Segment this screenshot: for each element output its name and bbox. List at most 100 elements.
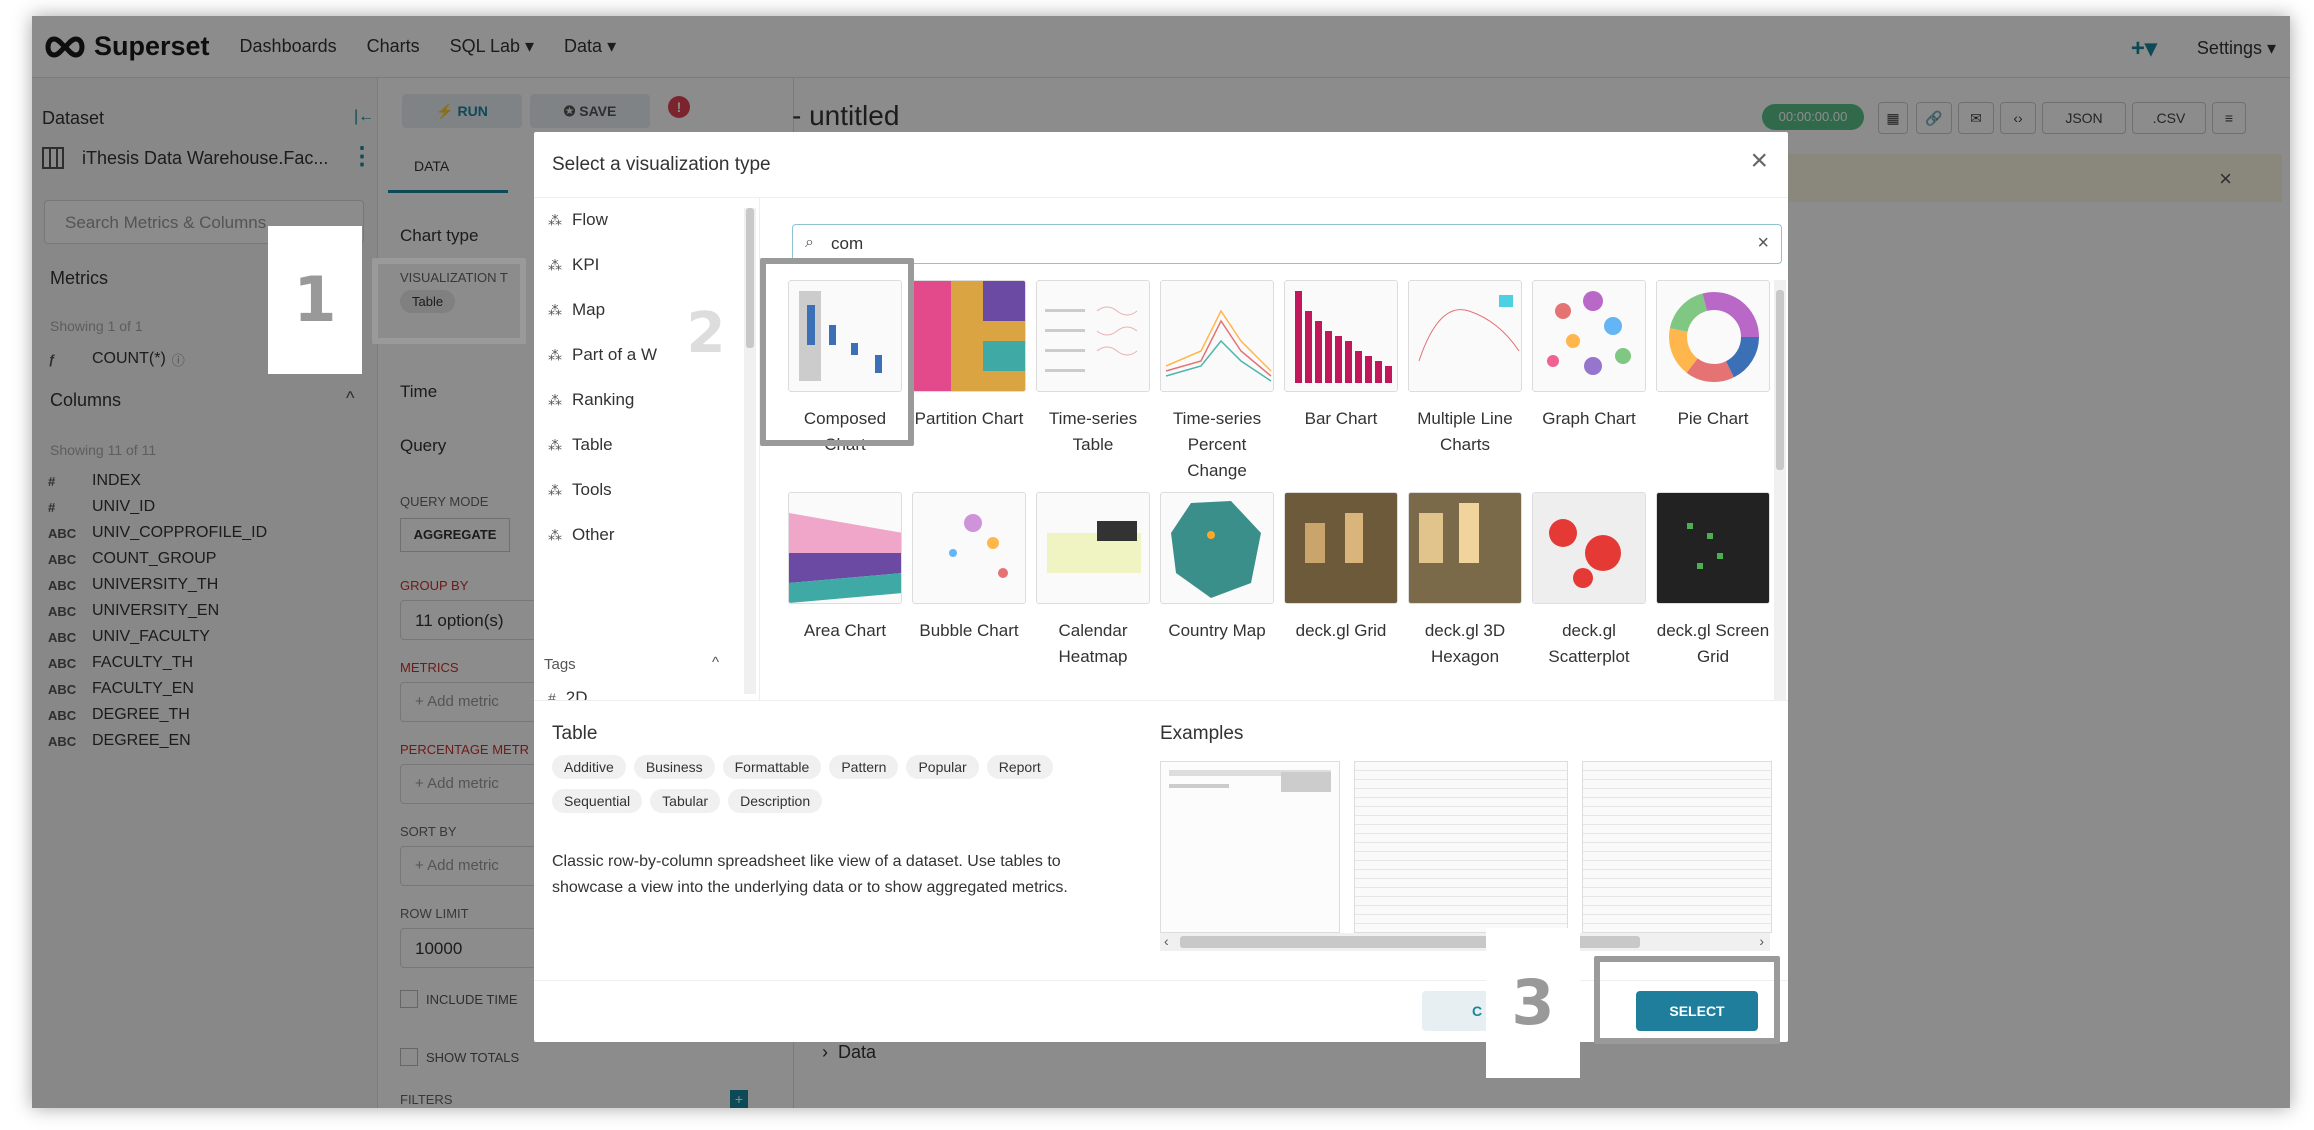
viz-card[interactable]: Partition Chart xyxy=(912,280,1026,432)
category-icon: ⁂ xyxy=(548,391,562,408)
category-icon: ⁂ xyxy=(548,526,562,543)
viz-label: Time-series Percent Change xyxy=(1172,409,1262,480)
scroll-thumb[interactable] xyxy=(1776,290,1784,470)
clear-search-icon[interactable]: × xyxy=(1757,232,1769,255)
viz-thumbnail xyxy=(1284,492,1398,604)
modal-header: Select a visualization type × xyxy=(534,132,1788,198)
viz-thumbnail xyxy=(912,492,1026,604)
viz-label: Calendar Heatmap xyxy=(1058,621,1128,666)
viz-card[interactable]: Time-series Percent Change xyxy=(1160,280,1274,484)
viz-type-modal: Select a visualization type × Tags ^ ⁂ Flo… xyxy=(534,132,1788,1042)
viz-card[interactable]: Multiple Line Charts xyxy=(1408,280,1522,458)
viz-card[interactable]: deck.gl Screen Grid xyxy=(1656,492,1770,670)
viz-thumbnail xyxy=(1036,280,1150,392)
viz-card[interactable]: Graph Chart xyxy=(1532,280,1646,432)
viz-tag[interactable]: Formattable xyxy=(722,755,822,779)
example-thumbnail xyxy=(1582,761,1772,933)
viz-card[interactable]: Calendar Heatmap xyxy=(1036,492,1150,670)
viz-label: Country Map xyxy=(1168,621,1266,640)
gallery-scrollbar[interactable] xyxy=(1774,280,1786,700)
category-item[interactable]: ⁂ KPI xyxy=(548,255,599,275)
viz-label: Graph Chart xyxy=(1542,409,1636,428)
search-icon: ⌕ xyxy=(805,234,814,251)
viz-tag[interactable]: Popular xyxy=(906,755,979,779)
category-label: Flow xyxy=(572,210,608,229)
viz-thumbnail xyxy=(1160,280,1274,392)
viz-card[interactable]: Area Chart xyxy=(788,492,902,644)
category-item[interactable]: ⁂ Part of a W xyxy=(548,345,657,365)
modal-title: Select a visualization type xyxy=(552,154,771,175)
category-icon: ⁂ xyxy=(548,481,562,498)
viz-label: Time-series Table xyxy=(1048,409,1138,454)
category-label: Map xyxy=(572,300,606,319)
viz-search-input[interactable]: ⌕ com × xyxy=(792,224,1782,264)
example-thumbnail xyxy=(1160,761,1340,933)
superset-window: Superset Dashboards Charts SQL Lab ▾ Dat… xyxy=(32,16,2290,1108)
category-item[interactable]: ⁂ Other xyxy=(548,525,615,545)
viz-tag[interactable]: Description xyxy=(728,789,823,813)
viz-label: Multiple Line Charts xyxy=(1417,409,1513,454)
example-thumbnail xyxy=(1354,761,1568,933)
viz-tag[interactable]: Sequential xyxy=(552,789,643,813)
selected-viz-description: Classic row-by-column spreadsheet like v… xyxy=(552,853,1068,896)
viz-tag[interactable]: Tabular xyxy=(650,789,721,813)
category-item[interactable]: ⁂ Tools xyxy=(548,480,612,500)
tag-item[interactable]: #2D xyxy=(548,688,588,700)
selected-viz-tags: Additive Business Formattable Pattern Popula… xyxy=(552,755,1112,823)
examples-title: Examples xyxy=(1160,723,1244,744)
category-label: Part of a W xyxy=(572,345,658,364)
viz-tag[interactable]: Pattern xyxy=(829,755,899,779)
viz-thumbnail xyxy=(1532,280,1646,392)
viz-card[interactable]: Country Map xyxy=(1160,492,1274,644)
category-item[interactable]: ⁂ Ranking xyxy=(548,390,634,410)
viz-label: deck.gl Grid xyxy=(1295,621,1387,640)
viz-thumbnail xyxy=(1036,492,1150,604)
tags-header[interactable]: Tags ^ xyxy=(544,654,719,673)
viz-label: Partition Chart xyxy=(914,409,1024,428)
viz-card[interactable]: deck.gl 3D Hexagon xyxy=(1408,492,1522,670)
category-icon: ⁂ xyxy=(548,256,562,273)
viz-thumbnail xyxy=(1284,280,1398,392)
search-value: com xyxy=(831,234,864,253)
viz-card[interactable]: Pie Chart xyxy=(1656,280,1770,432)
category-scrollbar[interactable] xyxy=(744,208,756,694)
viz-card[interactable]: Bubble Chart xyxy=(912,492,1026,644)
tags-header-label: Tags xyxy=(544,656,576,673)
viz-thumbnail xyxy=(788,492,902,604)
viz-thumbnail xyxy=(1408,492,1522,604)
viz-label: deck.gl 3D Hexagon xyxy=(1424,621,1506,666)
viz-card[interactable]: Time-series Table xyxy=(1036,280,1150,458)
category-item[interactable]: ⁂ Table xyxy=(548,435,613,455)
hash-icon: # xyxy=(548,690,556,700)
chevron-up-icon: ^ xyxy=(712,654,720,671)
highlight-viz-type xyxy=(372,258,526,344)
examples-scrollbar[interactable]: ‹ › xyxy=(1160,933,1770,951)
viz-label: Pie Chart xyxy=(1677,409,1749,428)
step-marker-1: 1 xyxy=(268,226,362,374)
scroll-left-icon[interactable]: ‹ xyxy=(1164,933,1169,949)
category-item[interactable]: ⁂ Map xyxy=(548,300,605,320)
step-marker-3: 3 xyxy=(1486,928,1580,1078)
category-list: Tags ^ ⁂ Flow ⁂ KPI ⁂ Map ⁂ Part of a W ⁂ Ranking ⁂… xyxy=(534,198,760,700)
viz-label: Bubble Chart xyxy=(919,621,1019,640)
viz-tag[interactable]: Additive xyxy=(552,755,626,779)
viz-tag[interactable]: Report xyxy=(986,755,1053,779)
viz-card[interactable]: deck.gl Scatterplot xyxy=(1532,492,1646,670)
viz-label: deck.gl Screen Grid xyxy=(1656,621,1770,666)
category-icon: ⁂ xyxy=(548,436,562,453)
category-icon: ⁂ xyxy=(548,211,562,228)
viz-card[interactable]: Bar Chart xyxy=(1284,280,1398,432)
category-icon: ⁂ xyxy=(548,346,562,363)
viz-label: Area Chart xyxy=(803,621,887,640)
category-item[interactable]: ⁂ Flow xyxy=(548,210,608,230)
viz-label: deck.gl Scatterplot xyxy=(1548,621,1630,666)
scroll-thumb[interactable] xyxy=(746,208,754,348)
category-label: Tools xyxy=(572,480,612,499)
viz-tag[interactable]: Business xyxy=(633,755,715,779)
viz-card[interactable]: deck.gl Grid xyxy=(1284,492,1398,644)
category-label: Ranking xyxy=(572,390,635,409)
highlight-select-button xyxy=(1594,956,1780,1044)
close-icon[interactable]: × xyxy=(1750,146,1768,176)
tag-label: 2D xyxy=(565,688,588,700)
scroll-right-icon[interactable]: › xyxy=(1759,933,1764,949)
